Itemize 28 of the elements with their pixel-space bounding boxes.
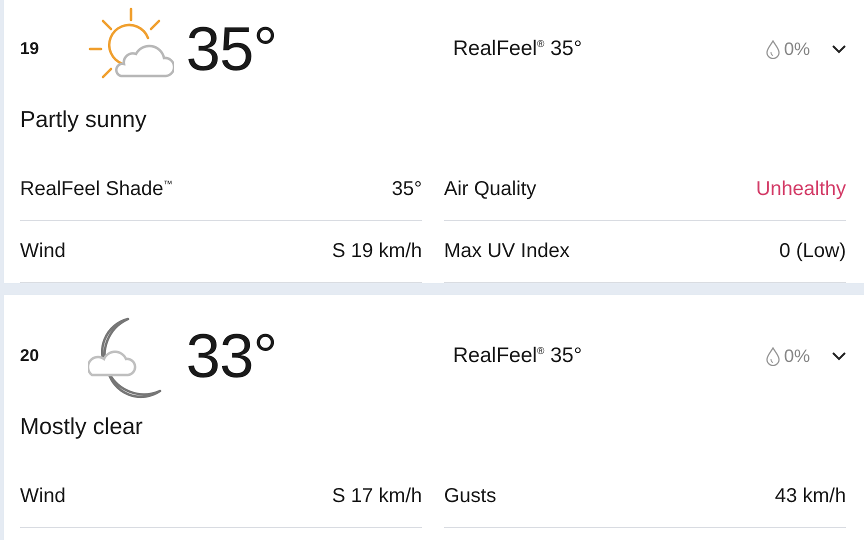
detail-label: Gusts [444,485,496,508]
drop-icon [766,346,780,366]
hourly-card[interactable]: 20 33° RealFeel$^{®}$ 35° 0% Mostly clear Wind S 17 km/h Gusts 43 km/h [4,295,864,540]
realfeel-text: RealFeel$^{®}$ 35° [453,37,584,61]
detail-value: 35° [392,178,422,201]
temperature: 33° [186,320,278,392]
hourly-card[interactable]: 19 35° RealFeel$^{®}$ 35° 0% Partly sunny RealFeel Shade$^{™}$ 35° Air Quality Unhealthy Wind S 19 km/h Max UV Index 0 (Low) [4,0,864,283]
drop-icon [766,40,780,58]
detail-value: Unhealthy [756,178,846,201]
detail-value: 0 (Low) [779,240,846,263]
condition-text: Mostly clear [20,412,144,441]
realfeel-text: RealFeel$^{®}$ 35° [453,344,584,368]
hour-label: 20 [20,346,40,366]
temperature: 35° [186,14,278,84]
detail-value: 43 km/h [774,485,846,508]
detail-label: RealFeel Shade$^{™}$ [20,178,172,201]
detail-label: Wind [20,240,66,263]
precipitation-text: 0% [784,346,810,366]
chevron-down-icon[interactable] [832,352,846,360]
precipitation-text: 0% [784,38,810,60]
detail-value: S 17 km/h [332,485,422,508]
chevron-down-icon[interactable] [832,44,846,54]
detail-label: Wind [20,485,66,508]
hour-label: 19 [20,39,40,59]
condition-text: Partly sunny [20,105,148,134]
detail-value: S 19 km/h [332,240,422,263]
detail-label: Max UV Index [444,240,570,263]
detail-label: Air Quality [444,178,536,201]
